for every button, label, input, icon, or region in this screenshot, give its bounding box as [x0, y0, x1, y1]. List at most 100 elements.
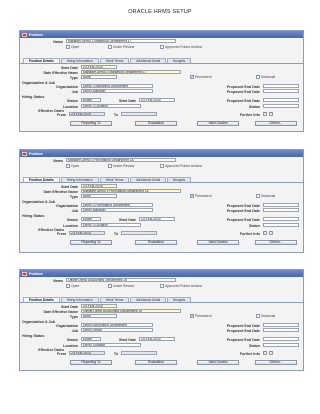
- start-date-field[interactable]: 24-FEB-2015: [81, 304, 117, 309]
- organization-field[interactable]: Demo 3 Marketing Department: [81, 84, 153, 89]
- permanent-checkbox[interactable]: [190, 74, 194, 79]
- tab-position-details[interactable]: Position Details: [23, 177, 60, 182]
- proposed-end-date-label-2: Proposed End Date: [226, 329, 260, 333]
- status-start-date-field[interactable]: 24-FEB-2015: [139, 337, 175, 342]
- location-field[interactable]: Demo Location: [81, 343, 141, 348]
- tab-hiring-information[interactable]: Hiring Information: [60, 177, 99, 182]
- job-field[interactable]: Demo.Manager: [81, 89, 153, 94]
- type-field[interactable]: None: [81, 75, 117, 80]
- organization-field[interactable]: Demo 3 Purchasing Department: [81, 203, 153, 208]
- tab-work-terms[interactable]: Work Terms: [99, 177, 130, 182]
- job-field[interactable]: Demo.Officer: [81, 328, 153, 333]
- to-field[interactable]: [121, 112, 157, 117]
- others-button[interactable]: Others...: [255, 121, 297, 126]
- name-field[interactable]: Manager.Demo 3 Marketing Department 17: [66, 39, 176, 44]
- from-field[interactable]: 24-FEB-2015: [69, 351, 105, 356]
- date-effective-name-field[interactable]: Manager.Demo 3 Marketing Department 17: [81, 70, 181, 75]
- evaluation-button[interactable]: Evaluation: [135, 240, 177, 245]
- further-info-label: Further Info: [239, 113, 260, 117]
- tab-budgets[interactable]: Budgets: [167, 177, 192, 182]
- permanent-checkbox[interactable]: [190, 313, 194, 318]
- under-review-checkbox[interactable]: [108, 45, 112, 49]
- tab-additional-detail[interactable]: Additional Detail: [130, 177, 167, 182]
- start-date-field[interactable]: 23-FEB-2015: [81, 184, 117, 189]
- from-field[interactable]: 23-FEB-2015: [69, 231, 105, 236]
- reporting-to-button[interactable]: Reporting To: [70, 121, 112, 126]
- further-info-close[interactable]: ]: [269, 112, 273, 116]
- evaluation-button[interactable]: Evaluation: [135, 121, 177, 126]
- status-start-date-field[interactable]: 23-FEB-2015: [139, 98, 175, 103]
- seasonal-checkbox[interactable]: [256, 75, 260, 79]
- others-button[interactable]: Others...: [255, 240, 297, 245]
- proposed-end-date-field-1[interactable]: [263, 203, 299, 208]
- tab-hiring-information[interactable]: Hiring Information: [60, 297, 99, 302]
- date-effective-name-field[interactable]: Officer.Demo Accounting Department 19: [81, 309, 181, 314]
- tab-hiring-information[interactable]: Hiring Information: [60, 58, 99, 63]
- further-info-close[interactable]: ]: [269, 231, 273, 235]
- name-field[interactable]: Manager.Demo 3 Purchasing Department 18: [66, 158, 176, 163]
- tab-budgets[interactable]: Budgets: [167, 297, 192, 302]
- valid-grades-button[interactable]: Valid Grades: [197, 360, 239, 365]
- open-checkbox[interactable]: [66, 164, 70, 168]
- proposed-end-date-field-3[interactable]: [263, 98, 299, 103]
- status-right-field[interactable]: [263, 223, 299, 228]
- further-info-open[interactable]: [: [263, 351, 267, 355]
- to-field[interactable]: [121, 351, 157, 356]
- tab-additional-detail[interactable]: Additional Detail: [130, 297, 167, 302]
- seasonal-checkbox[interactable]: [256, 194, 260, 198]
- status-right-field[interactable]: [263, 104, 299, 109]
- tab-work-terms[interactable]: Work Terms: [99, 297, 130, 302]
- status-start-date-field[interactable]: 23-FEB-2015: [139, 217, 175, 222]
- reporting-to-button[interactable]: Reporting To: [70, 360, 112, 365]
- start-date-field[interactable]: 23-FEB-2015: [81, 65, 117, 70]
- valid-grades-button[interactable]: Valid Grades: [197, 121, 239, 126]
- open-checkbox[interactable]: [66, 45, 70, 49]
- name-field[interactable]: Officer.Demo Accounting Department 19: [66, 278, 176, 283]
- proposed-end-date-field-2[interactable]: [263, 89, 299, 94]
- approved-future-checkbox[interactable]: [160, 45, 164, 49]
- further-info-open[interactable]: [: [263, 112, 267, 116]
- reporting-to-button[interactable]: Reporting To: [70, 240, 112, 245]
- type-field[interactable]: None: [81, 314, 117, 319]
- date-effective-name-field[interactable]: Manager.Demo 3 Purchasing Department 18: [81, 189, 181, 194]
- window-titlebar[interactable]: Position: [20, 31, 303, 38]
- location-field[interactable]: Demo 3 Location: [81, 104, 141, 109]
- seasonal-checkbox[interactable]: [256, 314, 260, 318]
- hiring-status-field[interactable]: Active: [81, 337, 101, 342]
- further-info-close[interactable]: ]: [269, 351, 273, 355]
- under-review-label: Under Review: [113, 45, 135, 49]
- open-checkbox[interactable]: [66, 284, 70, 288]
- proposed-end-date-field-1[interactable]: [263, 323, 299, 328]
- type-label: Type: [69, 315, 78, 319]
- evaluation-button[interactable]: Evaluation: [135, 360, 177, 365]
- organization-field[interactable]: Demo Accounting Department: [81, 323, 153, 328]
- job-field[interactable]: Demo.Manager: [81, 208, 153, 213]
- proposed-end-date-field-3[interactable]: [263, 217, 299, 222]
- from-field[interactable]: 23-FEB-2015: [69, 112, 105, 117]
- approved-future-checkbox[interactable]: [160, 284, 164, 288]
- hiring-status-field[interactable]: Active: [81, 98, 101, 103]
- tab-budgets[interactable]: Budgets: [167, 58, 192, 63]
- permanent-checkbox[interactable]: [190, 193, 194, 198]
- proposed-end-date-field-3[interactable]: [263, 337, 299, 342]
- proposed-end-date-field-2[interactable]: [263, 328, 299, 333]
- tab-position-details[interactable]: Position Details: [23, 297, 60, 302]
- proposed-end-date-field-2[interactable]: [263, 208, 299, 213]
- approved-future-checkbox[interactable]: [160, 164, 164, 168]
- further-info-open[interactable]: [: [263, 231, 267, 235]
- tab-work-terms[interactable]: Work Terms: [99, 58, 130, 63]
- to-field[interactable]: [121, 231, 157, 236]
- valid-grades-button[interactable]: Valid Grades: [197, 240, 239, 245]
- under-review-checkbox[interactable]: [108, 284, 112, 288]
- hiring-status-field[interactable]: Active: [81, 217, 101, 222]
- tab-additional-detail[interactable]: Additional Detail: [130, 58, 167, 63]
- type-field[interactable]: None: [81, 194, 117, 199]
- tab-position-details[interactable]: Position Details: [23, 58, 60, 63]
- status-right-field[interactable]: [263, 343, 299, 348]
- others-button[interactable]: Others...: [255, 360, 297, 365]
- location-field[interactable]: Demo 3 Location: [81, 223, 141, 228]
- window-titlebar[interactable]: Position: [20, 150, 303, 157]
- window-titlebar[interactable]: Position: [20, 270, 303, 277]
- proposed-end-date-field-1[interactable]: [263, 84, 299, 89]
- under-review-checkbox[interactable]: [108, 164, 112, 168]
